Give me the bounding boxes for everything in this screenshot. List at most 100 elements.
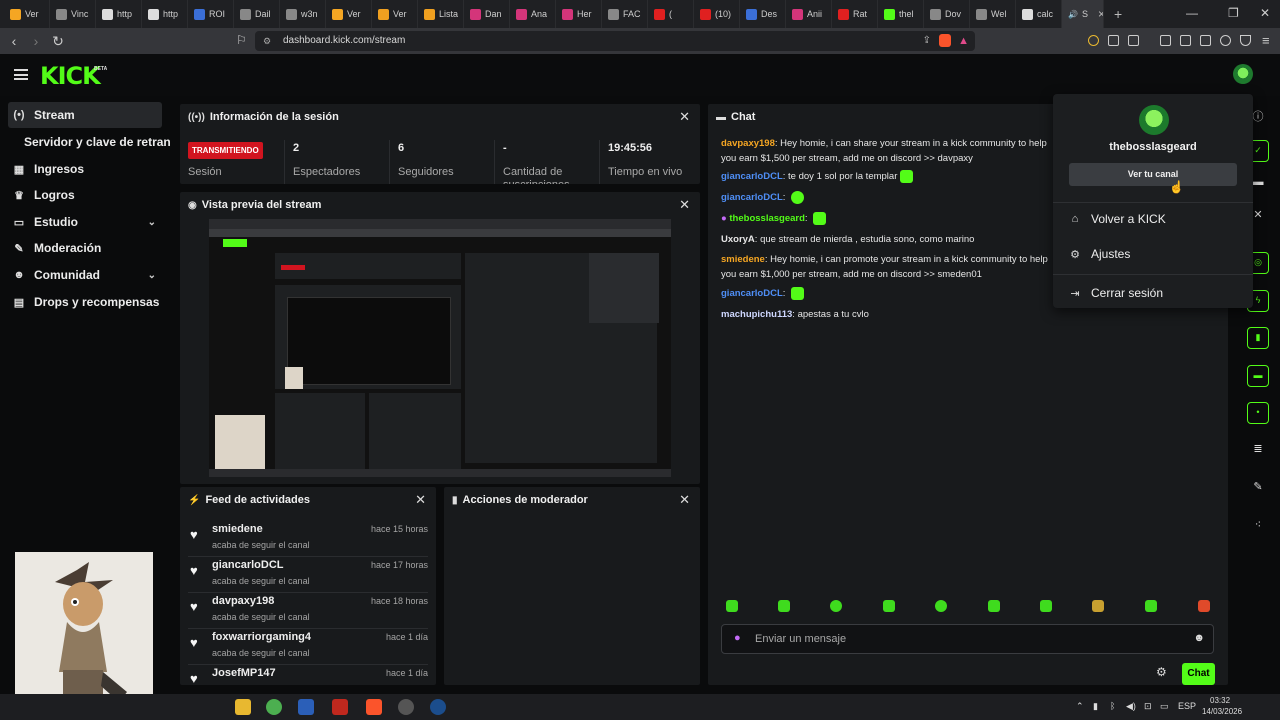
tray-bluetooth-icon[interactable]: ᛒ bbox=[1110, 701, 1115, 711]
site-info-icon[interactable]: ⚙ bbox=[263, 31, 271, 51]
activity-username[interactable]: foxwarriorgaming4 bbox=[212, 631, 311, 643]
browser-tab[interactable]: Dail bbox=[234, 0, 280, 28]
sidebar-item-moderacion[interactable]: ✎ Moderación bbox=[8, 235, 162, 261]
emote-quick-icon[interactable] bbox=[1092, 600, 1104, 612]
chat-username[interactable]: giancarloDCL bbox=[721, 288, 783, 299]
emote-quick-icon[interactable] bbox=[830, 600, 842, 612]
clock-date[interactable]: 14/03/2026 bbox=[1202, 707, 1242, 716]
browser-tab[interactable]: Dan bbox=[464, 0, 510, 28]
sidebar-item-drops[interactable]: ▤ Drops y recompensas bbox=[8, 289, 162, 315]
close-tab-icon[interactable]: × bbox=[1098, 7, 1103, 21]
sidebar-item-estudio[interactable]: ▭ Estudio ⌄ bbox=[8, 209, 162, 235]
browser-tab[interactable]: Lista bbox=[418, 0, 464, 28]
chat-settings-icon[interactable]: ⚙ bbox=[1156, 665, 1167, 679]
view-channel-button[interactable]: Ver tu canal bbox=[1069, 163, 1237, 186]
emote-quick-icon[interactable] bbox=[1198, 600, 1210, 612]
emote-quick-icon[interactable] bbox=[935, 600, 947, 612]
emote-quick-icon[interactable] bbox=[1145, 600, 1157, 612]
bookmark-icon[interactable]: ⚐ bbox=[236, 33, 247, 47]
menu-icon[interactable]: ≡ bbox=[1262, 33, 1270, 48]
sidebar-item-stream[interactable]: (•) Stream bbox=[8, 102, 162, 128]
chat-username[interactable]: machupichu113 bbox=[721, 309, 792, 320]
browser-tab[interactable]: Dov bbox=[924, 0, 970, 28]
sidebar-item-ingresos[interactable]: ▦ Ingresos bbox=[8, 156, 162, 182]
activity-username[interactable]: davpaxy198 bbox=[212, 595, 274, 607]
chevron-down-icon[interactable]: ⌄ bbox=[148, 217, 156, 228]
chat-username[interactable]: smiedene bbox=[721, 254, 765, 265]
browser-tab[interactable]: Ver bbox=[326, 0, 372, 28]
leo-ai-icon[interactable] bbox=[1220, 35, 1231, 46]
brave-rewards-icon[interactable]: ▲ bbox=[958, 31, 969, 51]
activity-username[interactable]: JosefMP147 bbox=[212, 667, 276, 679]
emote-quick-icon[interactable] bbox=[726, 600, 738, 612]
close-icon[interactable]: ✕ bbox=[679, 109, 690, 125]
brave-icon[interactable] bbox=[366, 699, 382, 715]
hamburger-menu-icon[interactable] bbox=[14, 69, 28, 80]
window-minimize-button[interactable]: — bbox=[1186, 6, 1198, 20]
document-toggle-icon[interactable]: ▮ bbox=[1247, 327, 1269, 349]
reload-button[interactable]: ↻ bbox=[47, 33, 69, 50]
music-icon[interactable] bbox=[1160, 35, 1171, 46]
language-indicator[interactable]: ESP bbox=[1178, 701, 1196, 711]
chat-username[interactable]: davpaxy198 bbox=[721, 138, 775, 149]
forward-button[interactable]: › bbox=[25, 33, 47, 49]
tab-active[interactable]: 🔊 S × bbox=[1062, 0, 1104, 28]
chat-username[interactable]: giancarloDCL bbox=[721, 171, 783, 182]
browser-tab[interactable]: Ver bbox=[4, 0, 50, 28]
browser-tab[interactable]: http bbox=[142, 0, 188, 28]
activity-username[interactable]: giancarloDCL bbox=[212, 559, 284, 571]
menu-item-settings[interactable]: ⚙ Ajustes bbox=[1069, 247, 1130, 261]
send-chat-button[interactable]: Chat bbox=[1182, 663, 1215, 685]
tray-network-icon[interactable]: ⊡ bbox=[1144, 701, 1152, 712]
dots-icon[interactable]: ⁖ bbox=[1250, 518, 1266, 534]
window-close-button[interactable]: ✕ bbox=[1260, 6, 1270, 20]
mic-icon[interactable]: ● bbox=[734, 632, 741, 644]
close-icon[interactable]: ✕ bbox=[415, 492, 426, 508]
close-icon[interactable]: ✕ bbox=[679, 197, 690, 213]
window-restore-button[interactable]: ❐ bbox=[1228, 6, 1239, 20]
sidebar-item-comunidad[interactable]: ☻ Comunidad ⌄ bbox=[8, 262, 162, 288]
screenshot-icon[interactable] bbox=[1128, 35, 1139, 46]
vpn-shield-icon[interactable] bbox=[1240, 35, 1251, 46]
puzzle-icon[interactable] bbox=[1108, 35, 1119, 46]
new-tab-button[interactable]: + bbox=[1114, 6, 1122, 22]
emoji-picker-icon[interactable]: ☻ bbox=[1193, 632, 1205, 644]
browser-tab[interactable]: Vinc bbox=[50, 0, 96, 28]
chat-username[interactable]: giancarloDCL bbox=[721, 192, 783, 203]
kick-logo[interactable]: KICK bbox=[40, 62, 101, 90]
word-icon[interactable] bbox=[298, 699, 314, 715]
browser-tab[interactable]: Anii bbox=[786, 0, 832, 28]
browser-tab[interactable]: Wel bbox=[970, 0, 1016, 28]
chat-input[interactable]: ● Enviar un mensaje ☻ bbox=[721, 624, 1214, 654]
extension-icon[interactable] bbox=[1088, 35, 1099, 46]
browser-tab[interactable]: Her bbox=[556, 0, 602, 28]
chrome-icon[interactable] bbox=[266, 699, 282, 715]
browser-tab[interactable]: FAC bbox=[602, 0, 648, 28]
brave-shields-icon[interactable] bbox=[939, 34, 951, 47]
browser-tab[interactable]: ( bbox=[648, 0, 694, 28]
stream-preview-video[interactable] bbox=[209, 219, 671, 477]
browser-tab[interactable]: ROI bbox=[188, 0, 234, 28]
steam-icon[interactable] bbox=[430, 699, 446, 715]
emote-quick-icon[interactable] bbox=[883, 600, 895, 612]
menu-item-back-to-kick[interactable]: ⌂ Volver a KICK bbox=[1069, 212, 1166, 226]
broadcast-toggle-icon[interactable]: • bbox=[1247, 402, 1269, 424]
obs-icon[interactable] bbox=[398, 699, 414, 715]
clock-time[interactable]: 03:32 bbox=[1210, 696, 1230, 705]
emote-quick-icon[interactable] bbox=[988, 600, 1000, 612]
tray-mic-icon[interactable]: ▮ bbox=[1093, 701, 1098, 712]
browser-tab[interactable]: Rat bbox=[832, 0, 878, 28]
tray-speaker-icon[interactable]: ◀) bbox=[1126, 701, 1136, 712]
chat-username[interactable]: thebosslasgeard bbox=[729, 213, 805, 224]
file-explorer-icon[interactable] bbox=[235, 699, 251, 715]
url-field[interactable]: ⚙ dashboard.kick.com/stream ⇪ ▲ bbox=[255, 31, 975, 51]
share-icon[interactable]: ⇪ bbox=[923, 31, 931, 51]
browser-tab[interactable]: Ver bbox=[372, 0, 418, 28]
close-icon[interactable]: ✕ bbox=[679, 492, 690, 508]
browser-tab[interactable]: http bbox=[96, 0, 142, 28]
menu-item-logout[interactable]: ⇥ Cerrar sesión bbox=[1069, 286, 1163, 300]
chevron-down-icon[interactable]: ⌄ bbox=[148, 270, 156, 281]
browser-tab[interactable]: thel bbox=[878, 0, 924, 28]
browser-tab[interactable]: Ana bbox=[510, 0, 556, 28]
emote-quick-icon[interactable] bbox=[778, 600, 790, 612]
